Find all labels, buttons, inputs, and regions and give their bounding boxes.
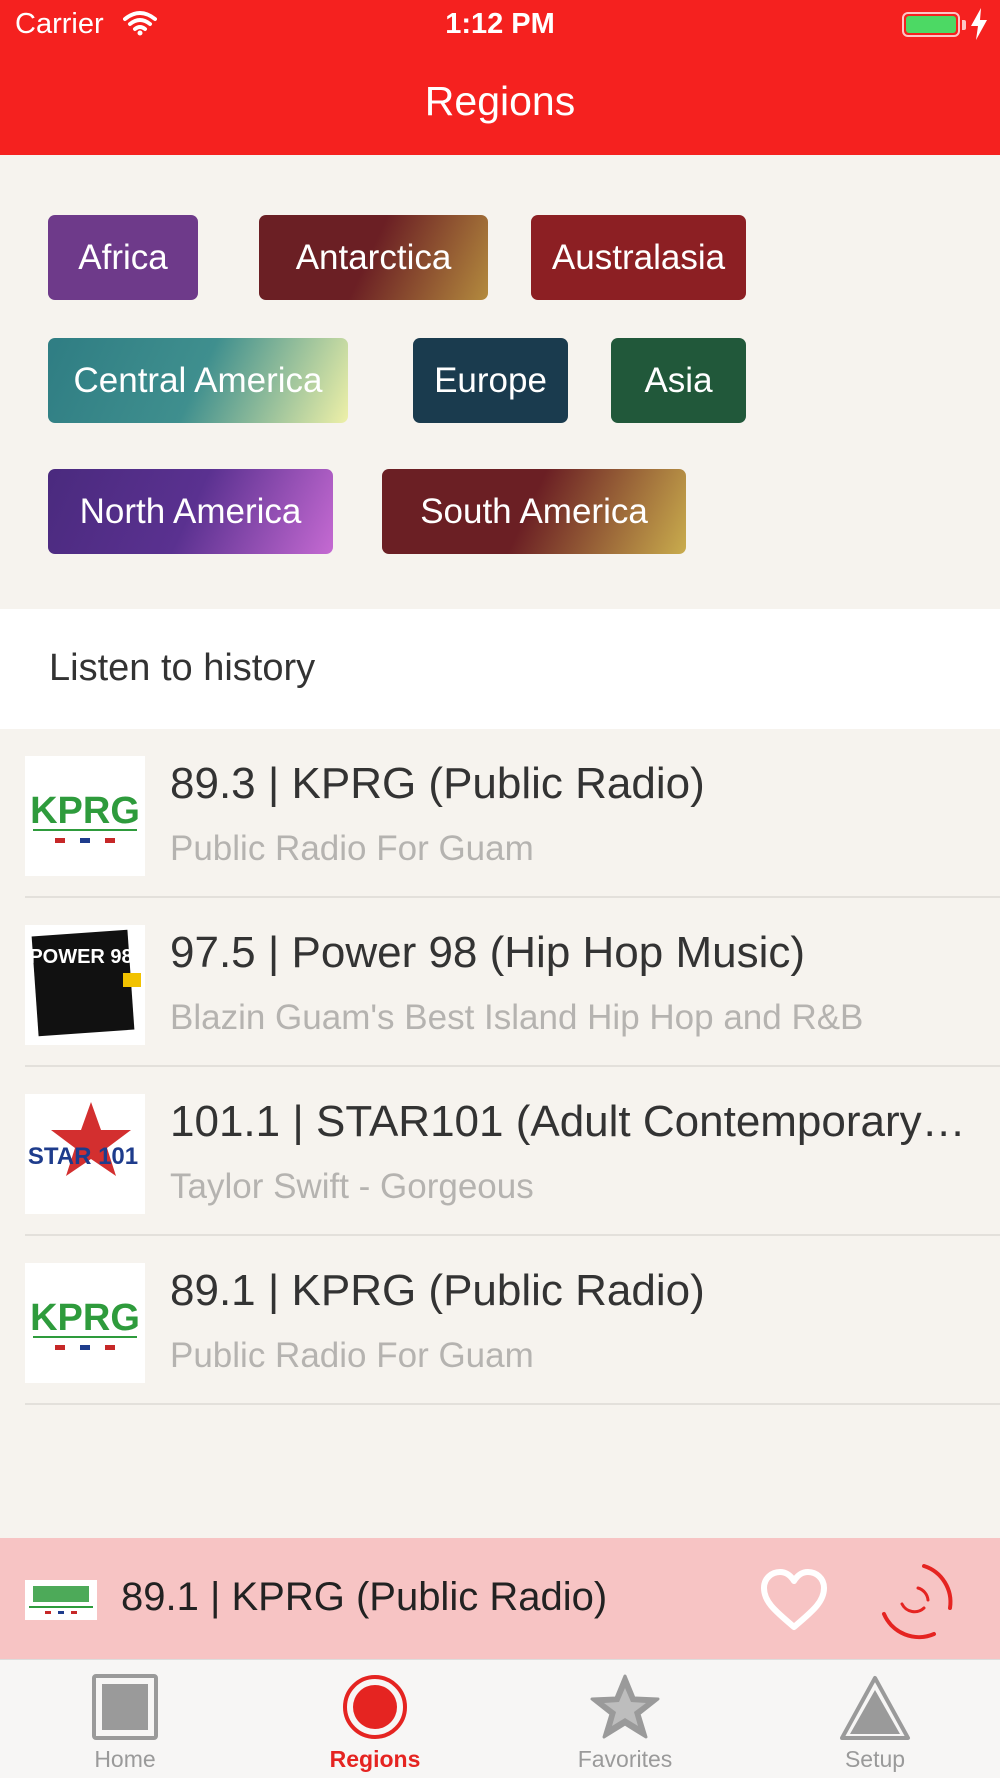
battery-icon [902, 12, 960, 37]
history-row[interactable]: STAR 101 101.1 | STAR101 (Adult Contempo… [0, 1067, 1000, 1236]
row-divider [25, 1403, 1000, 1405]
station-logo-kprg: KPRG [25, 1263, 145, 1383]
region-chip-south-america[interactable]: South America [382, 469, 686, 554]
history-title: Listen to history [49, 647, 316, 689]
now-playing-bar[interactable]: 89.1 | KPRG (Public Radio) [0, 1538, 1000, 1659]
star-icon [590, 1674, 660, 1739]
region-chip-africa[interactable]: Africa [48, 215, 198, 300]
history-row[interactable]: KPRG 89.3 | KPRG (Public Radio) Public R… [0, 729, 1000, 898]
station-logo-power98: POWER 98 [25, 925, 145, 1045]
tab-setup-label: Setup [844, 1746, 906, 1772]
svg-text:STAR 101: STAR 101 [28, 1143, 138, 1170]
nav-header: Carrier 1:12 PM Regions [0, 0, 1000, 155]
svg-text:KPRG: KPRG [30, 1297, 140, 1339]
tab-home-label: Home [94, 1746, 156, 1772]
status-bar: Carrier 1:12 PM [0, 0, 1000, 50]
station-title: 89.3 | KPRG (Public Radio) [170, 759, 705, 808]
tab-setup[interactable]: Setup [750, 1660, 1000, 1778]
svg-text:KPRG: KPRG [30, 790, 140, 832]
region-chip-australasia[interactable]: Australasia [531, 215, 746, 300]
station-subtitle: Blazin Guam's Best Island Hip Hop and R&… [170, 998, 864, 1037]
station-subtitle: Taylor Swift - Gorgeous [170, 1167, 534, 1206]
region-chip-north-america[interactable]: North America [48, 469, 333, 554]
loading-spinner-icon[interactable] [866, 1552, 962, 1648]
svg-text:POWER 98: POWER 98 [29, 946, 132, 968]
station-logo-kprg: KPRG [25, 756, 145, 876]
home-square-icon [92, 1674, 158, 1740]
battery-tip [962, 20, 966, 30]
region-chip-antarctica[interactable]: Antarctica [259, 215, 488, 300]
station-logo-star101: STAR 101 [25, 1094, 145, 1214]
favorite-heart-icon[interactable] [758, 1567, 830, 1633]
history-row[interactable]: POWER 98 97.5 | Power 98 (Hip Hop Music)… [0, 898, 1000, 1067]
player-station-logo [25, 1580, 97, 1620]
record-circle-icon [343, 1675, 407, 1739]
region-chip-europe[interactable]: Europe [413, 338, 568, 423]
tab-regions-label: Regions [329, 1746, 421, 1772]
page-title: Regions [424, 78, 576, 124]
tab-bar: Home Regions Favorites Setup [0, 1659, 1000, 1778]
tab-favorites-label: Favorites [577, 1746, 673, 1772]
region-chip-central-america[interactable]: Central America [48, 338, 348, 423]
station-subtitle: Public Radio For Guam [170, 1336, 534, 1375]
tab-favorites[interactable]: Favorites [500, 1660, 750, 1778]
status-time: 1:12 PM [445, 8, 555, 40]
history-row[interactable]: KPRG 89.1 | KPRG (Public Radio) Public R… [0, 1236, 1000, 1405]
player-title: 89.1 | KPRG (Public Radio) [121, 1575, 608, 1619]
charging-bolt-icon [971, 8, 987, 40]
triangle-icon [840, 1676, 910, 1740]
station-title: 101.1 | STAR101 (Adult Contemporary… [170, 1097, 966, 1146]
station-title: 89.1 | KPRG (Public Radio) [170, 1266, 705, 1315]
station-subtitle: Public Radio For Guam [170, 829, 534, 868]
tab-regions[interactable]: Regions [250, 1660, 500, 1778]
station-title: 97.5 | Power 98 (Hip Hop Music) [170, 928, 806, 977]
region-chip-asia[interactable]: Asia [611, 338, 746, 423]
tab-home[interactable]: Home [0, 1660, 250, 1778]
